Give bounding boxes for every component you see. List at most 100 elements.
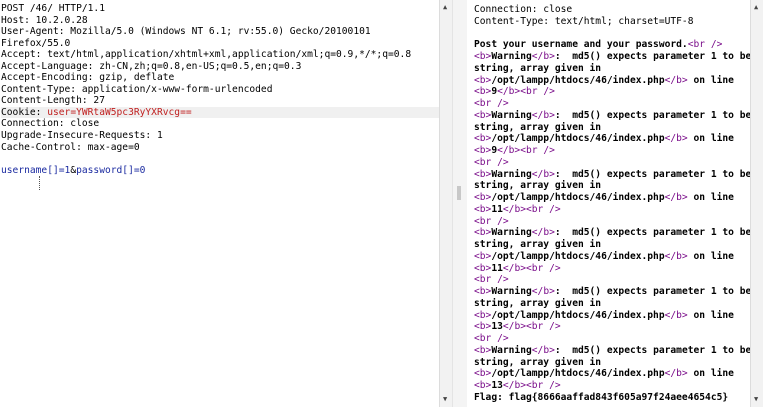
cookie-value: user=YWRtaW5pc3RyYXRvcg== xyxy=(47,106,192,118)
warning-message: md5() expects parameter 1 to be xyxy=(560,344,752,356)
response-intro-line: Post your username and your password.<br… xyxy=(474,39,763,51)
request-scrollbar[interactable]: ▲ ▼ xyxy=(439,0,453,407)
text-cursor xyxy=(39,176,41,190)
request-header-line: Upgrade-Insecure-Requests: 1 xyxy=(1,130,439,142)
line-number: 11 xyxy=(491,262,503,274)
warning-lineno-line: <b>13</b><br /> xyxy=(474,321,763,333)
html-tag: <b> xyxy=(474,262,492,274)
request-header-line: Content-Type: application/x-www-form-url… xyxy=(1,84,439,96)
response-scrollbar[interactable]: ▲ ▼ xyxy=(750,0,763,407)
request-header-text: Cache-Control: max-age=0 xyxy=(1,141,140,153)
warning-message: md5() expects parameter 1 to be xyxy=(560,168,752,180)
html-tag: </b> xyxy=(664,133,688,145)
file-path: /opt/lampp/htdocs/46/index.php xyxy=(491,250,665,262)
response-header-line: Content-Type: text/html; charset=UTF-8 xyxy=(474,16,763,28)
html-tag: <br /> xyxy=(687,39,723,51)
html-tag: <br /> xyxy=(526,321,561,333)
warning-word: Warning xyxy=(491,168,532,180)
warning-message: string, array given in xyxy=(474,356,602,368)
html-tag: </b> xyxy=(531,227,555,239)
on-line-text: on line xyxy=(687,309,734,321)
request-header-line: Connection: close xyxy=(1,118,439,130)
request-header-text: Accept-Encoding: gzip, deflate xyxy=(1,72,175,84)
request-header-text: Upgrade-Insecure-Requests: 1 xyxy=(1,130,163,142)
br-line: <br /> xyxy=(474,333,763,345)
warning-line: <b>Warning</b>: md5() expects parameter … xyxy=(474,110,763,122)
html-tag: </b> xyxy=(664,74,688,86)
warning-message: string, array given in xyxy=(474,180,602,192)
html-tag: <b> xyxy=(474,86,492,98)
response-header-text: Connection: close xyxy=(474,4,573,15)
response-pane[interactable]: Connection: close Content-Type: text/html… xyxy=(467,0,763,407)
line-number: 13 xyxy=(491,321,503,333)
html-tag: <b> xyxy=(474,309,492,321)
warning-message: string, array given in xyxy=(474,239,602,250)
request-header-text: Content-Type: application/x-www-form-url… xyxy=(1,83,273,95)
request-header-text: Accept: text/html,application/xhtml+xml,… xyxy=(1,49,412,61)
html-tag: <b> xyxy=(474,286,492,297)
warning-line: string, array given in xyxy=(474,239,763,251)
html-tag: <b> xyxy=(474,368,492,380)
warning-path-line: <b>/opt/lampp/htdocs/46/index.php</b> on… xyxy=(474,251,763,263)
request-header-text: Firefox/55.0 xyxy=(1,37,71,49)
response-text[interactable]: Connection: close Content-Type: text/html… xyxy=(474,4,763,404)
on-line-text: on line xyxy=(687,368,734,380)
warning-word: Warning xyxy=(491,109,532,121)
file-path: /opt/lampp/htdocs/46/index.php xyxy=(491,192,665,203)
html-tag: <br /> xyxy=(474,98,509,109)
warning-path-line: <b>/opt/lampp/htdocs/46/index.php</b> on… xyxy=(474,75,763,87)
html-tag: <b> xyxy=(474,133,492,145)
splitter-grip-icon[interactable] xyxy=(457,186,461,200)
scroll-up-icon[interactable]: ▲ xyxy=(754,4,758,11)
html-tag: </b> xyxy=(502,321,526,333)
scroll-down-icon[interactable]: ▼ xyxy=(443,396,447,403)
html-tag: </b> xyxy=(531,344,555,356)
request-header-text: Host: 10.2.0.28 xyxy=(1,14,88,26)
response-header-line: Connection: close xyxy=(474,4,763,16)
request-body-line: username[]=1&password[]=0 xyxy=(1,165,439,177)
request-header-line: Accept-Encoding: gzip, deflate xyxy=(1,72,439,84)
warning-lineno-line: <b>9</b><br /> xyxy=(474,86,763,98)
html-tag: <br /> xyxy=(474,215,509,227)
warning-message: md5() expects parameter 1 to be xyxy=(560,51,752,62)
request-pane[interactable]: POST /46/ HTTP/1.1 Host: 10.2.0.28 User-Ag… xyxy=(0,0,439,407)
request-header-line: POST /46/ HTTP/1.1 xyxy=(1,3,439,15)
html-tag: <b> xyxy=(474,203,492,215)
html-tag: </b> xyxy=(502,203,526,215)
html-tag: <br /> xyxy=(520,145,555,156)
warning-path-line: <b>/opt/lampp/htdocs/46/index.php</b> on… xyxy=(474,368,763,380)
response-header-text: Content-Type: text/html; charset=UTF-8 xyxy=(474,15,694,27)
request-header-line: Cache-Control: max-age=0 xyxy=(1,142,439,154)
html-tag: </b> xyxy=(531,168,555,180)
html-tag: <b> xyxy=(474,74,492,86)
html-tag: <br /> xyxy=(526,203,561,215)
html-tag: </b> xyxy=(531,109,555,121)
file-path: /opt/lampp/htdocs/46/index.php xyxy=(491,74,665,86)
html-tag: </b> xyxy=(664,192,688,203)
warning-line: string, array given in xyxy=(474,298,763,310)
warning-word: Warning xyxy=(491,286,532,297)
scroll-down-icon[interactable]: ▼ xyxy=(754,396,758,403)
html-tag: <b> xyxy=(474,344,492,356)
request-header-text: POST /46/ HTTP/1.1 xyxy=(1,3,105,14)
html-tag: <b> xyxy=(474,109,492,121)
html-tag: <b> xyxy=(474,321,492,333)
line-number: 13 xyxy=(491,380,503,391)
html-tag: <br /> xyxy=(520,86,555,98)
on-line-text: on line xyxy=(687,133,734,145)
warning-path-line: <b>/opt/lampp/htdocs/46/index.php</b> on… xyxy=(474,133,763,145)
request-text[interactable]: POST /46/ HTTP/1.1 Host: 10.2.0.28 User-Ag… xyxy=(1,3,439,176)
warning-message: md5() expects parameter 1 to be xyxy=(560,286,752,297)
br-line: <br /> xyxy=(474,157,763,169)
warning-lineno-line: <b>9</b><br /> xyxy=(474,145,763,157)
warning-lineno-line: <b>11</b><br /> xyxy=(474,204,763,216)
html-tag: <br /> xyxy=(526,380,561,391)
warning-message: md5() expects parameter 1 to be xyxy=(560,109,752,121)
request-header-line: Host: 10.2.0.28 xyxy=(1,15,439,27)
html-tag: <b> xyxy=(474,145,492,156)
br-line: <br /> xyxy=(474,274,763,286)
scroll-up-icon[interactable]: ▲ xyxy=(443,4,447,11)
warning-lineno-line: <b>11</b><br /> xyxy=(474,263,763,275)
flag-line: Flag: flag{8666aaffad843f605a97f24aee465… xyxy=(474,392,763,404)
html-tag: <b> xyxy=(474,168,492,180)
